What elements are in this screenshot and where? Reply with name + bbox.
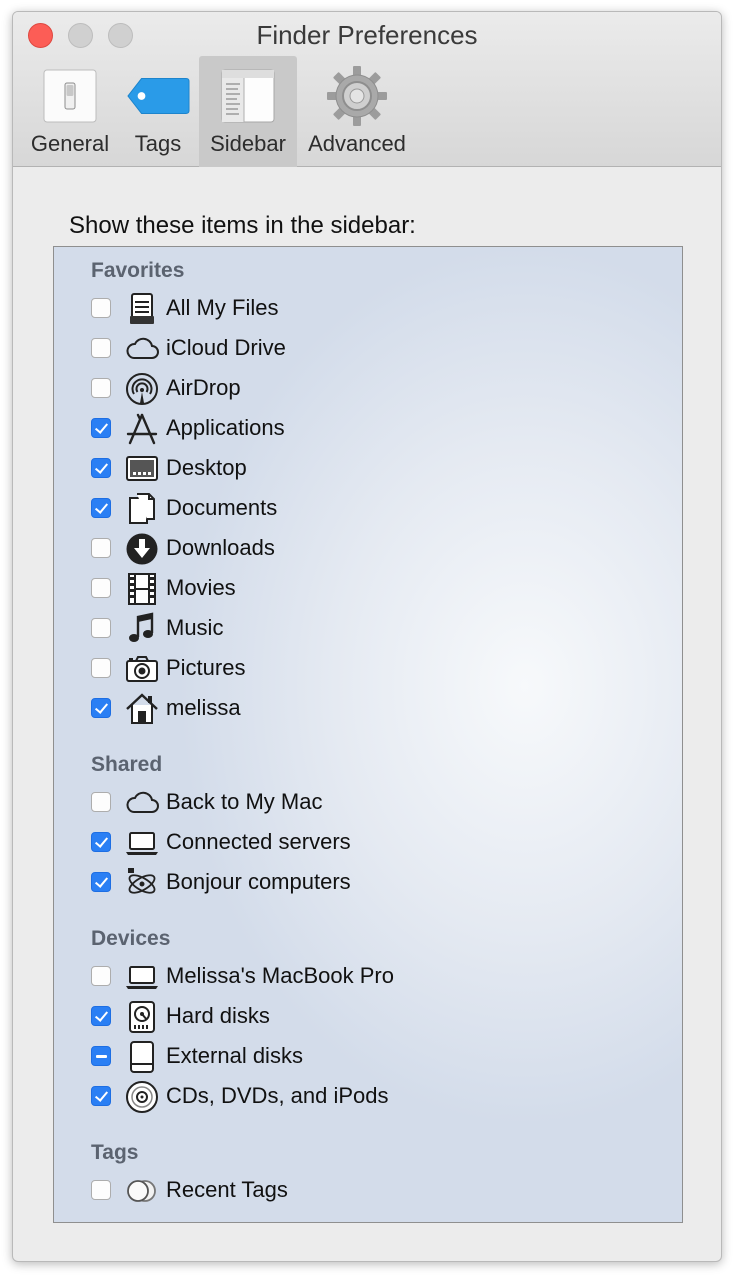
list-item-macbook-pro[interactable]: Melissa's MacBook Pro xyxy=(91,959,651,995)
checkbox-movies[interactable] xyxy=(91,578,111,598)
section-title-favorites: Favorites xyxy=(91,259,185,282)
checkbox-music[interactable] xyxy=(91,618,111,638)
checkbox-back-to-my-mac[interactable] xyxy=(91,792,111,812)
list-item-label: Melissa's MacBook Pro xyxy=(166,963,394,988)
list-item-pictures[interactable]: Pictures xyxy=(91,651,651,687)
list-item-external-disks[interactable]: External disks xyxy=(91,1039,651,1075)
list-item-label: Connected servers xyxy=(166,829,351,854)
list-item-label: Back to My Mac xyxy=(166,789,323,814)
checkbox-macbook-pro[interactable] xyxy=(91,966,111,986)
music-icon xyxy=(125,612,159,646)
list-item-downloads[interactable]: Downloads xyxy=(91,531,651,567)
list-item-label: External disks xyxy=(166,1043,303,1068)
tab-advanced-label: Advanced xyxy=(308,131,406,156)
desktop-icon xyxy=(125,452,159,486)
hard-disk-icon xyxy=(125,1000,159,1034)
checkbox-icloud-drive[interactable] xyxy=(91,338,111,358)
general-switch-icon xyxy=(38,64,102,128)
checkbox-all-my-files[interactable] xyxy=(91,298,111,318)
section-title-shared: Shared xyxy=(91,753,163,776)
tab-tags[interactable]: Tags xyxy=(123,56,193,167)
external-disk-icon xyxy=(125,1040,159,1074)
list-item-label: Movies xyxy=(166,575,236,600)
list-item-label: melissa xyxy=(166,695,241,720)
list-item-applications[interactable]: Applications xyxy=(91,411,651,447)
tab-sidebar[interactable]: Sidebar xyxy=(199,56,297,167)
list-item-bonjour-computers[interactable]: Bonjour computers xyxy=(91,865,651,901)
checkbox-external-disks[interactable] xyxy=(91,1046,111,1066)
list-item-label: All My Files xyxy=(166,295,279,320)
home-icon xyxy=(125,692,159,726)
all-my-files-icon xyxy=(125,292,159,326)
tab-general-label: General xyxy=(30,131,110,156)
list-item-airdrop[interactable]: AirDrop xyxy=(91,371,651,407)
gear-icon xyxy=(325,64,389,128)
bonjour-icon xyxy=(125,866,159,900)
list-item-label: Recent Tags xyxy=(166,1177,288,1202)
checkbox-recent-tags[interactable] xyxy=(91,1180,111,1200)
sidebar-icon xyxy=(216,64,280,128)
checkbox-hard-disks[interactable] xyxy=(91,1006,111,1026)
list-item-music[interactable]: Music xyxy=(91,611,651,647)
cloud-icon xyxy=(125,786,159,820)
title-bar: Finder Preferences General Tags Sidebar … xyxy=(13,12,721,167)
airdrop-icon xyxy=(125,372,159,406)
camera-icon xyxy=(125,652,159,686)
icloud-icon xyxy=(125,332,159,366)
finder-preferences-window: Finder Preferences General Tags Sidebar … xyxy=(12,11,722,1262)
list-item-movies[interactable]: Movies xyxy=(91,571,651,607)
list-item-label: Desktop xyxy=(166,455,247,480)
list-item-hard-disks[interactable]: Hard disks xyxy=(91,999,651,1035)
list-item-label: Applications xyxy=(166,415,285,440)
documents-icon xyxy=(125,492,159,526)
sidebar-items-heading: Show these items in the sidebar: xyxy=(69,212,416,239)
laptop-icon xyxy=(125,960,159,994)
movies-icon xyxy=(125,572,159,606)
list-item-label: Music xyxy=(166,615,224,640)
list-item-desktop[interactable]: Desktop xyxy=(91,451,651,487)
list-item-melissa[interactable]: melissa xyxy=(91,691,651,727)
checkbox-applications[interactable] xyxy=(91,418,111,438)
list-item-label: iCloud Drive xyxy=(166,335,286,360)
recent-tags-icon xyxy=(125,1174,159,1208)
list-item-connected-servers[interactable]: Connected servers xyxy=(91,825,651,861)
checkbox-downloads[interactable] xyxy=(91,538,111,558)
section-title-tags: Tags xyxy=(91,1141,139,1164)
section-title-devices: Devices xyxy=(91,927,171,950)
checkbox-airdrop[interactable] xyxy=(91,378,111,398)
checkbox-pictures[interactable] xyxy=(91,658,111,678)
list-item-label: Pictures xyxy=(166,655,246,680)
cd-icon xyxy=(125,1080,159,1114)
tab-sidebar-label: Sidebar xyxy=(210,131,286,156)
list-item-label: Downloads xyxy=(166,535,275,560)
list-item-label: CDs, DVDs, and iPods xyxy=(166,1083,389,1108)
checkbox-cds-dvds-ipods[interactable] xyxy=(91,1086,111,1106)
list-item-label: Bonjour computers xyxy=(166,869,351,894)
checkbox-documents[interactable] xyxy=(91,498,111,518)
list-item-documents[interactable]: Documents xyxy=(91,491,651,527)
laptop-icon xyxy=(125,826,159,860)
list-item-cds-dvds-ipods[interactable]: CDs, DVDs, and iPods xyxy=(91,1079,651,1115)
applications-icon xyxy=(125,412,159,446)
list-item-back-to-my-mac[interactable]: Back to My Mac xyxy=(91,785,651,821)
tab-tags-label: Tags xyxy=(134,131,182,156)
list-item-label: Hard disks xyxy=(166,1003,270,1028)
window-title: Finder Preferences xyxy=(256,20,478,50)
list-item-all-my-files[interactable]: All My Files xyxy=(91,291,651,327)
tab-general[interactable]: General xyxy=(25,56,115,167)
list-item-label: Documents xyxy=(166,495,278,520)
list-item-icloud-drive[interactable]: iCloud Drive xyxy=(91,331,651,367)
checkbox-desktop[interactable] xyxy=(91,458,111,478)
checkbox-bonjour-computers[interactable] xyxy=(91,872,111,892)
tab-advanced[interactable]: Advanced xyxy=(303,56,411,167)
checkbox-connected-servers[interactable] xyxy=(91,832,111,852)
downloads-icon xyxy=(125,532,159,566)
tag-icon xyxy=(126,64,190,128)
checkbox-melissa[interactable] xyxy=(91,698,111,718)
sidebar-items-list: Favorites All My Files iCloud Drive AirD… xyxy=(53,246,683,1223)
list-item-recent-tags[interactable]: Recent Tags xyxy=(91,1173,651,1209)
list-item-label: AirDrop xyxy=(166,375,241,400)
